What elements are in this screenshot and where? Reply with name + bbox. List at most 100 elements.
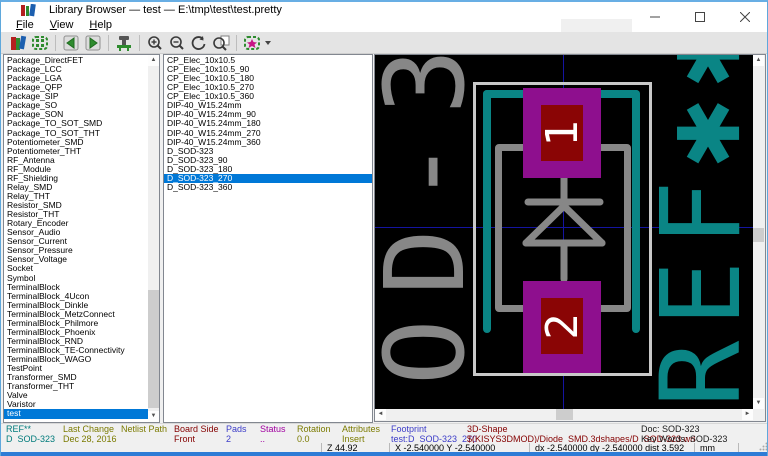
- library-list-item[interactable]: RF_Antenna: [4, 156, 148, 165]
- library-list-item[interactable]: TerminalBlock_4Ucon: [4, 292, 148, 301]
- library-list-item[interactable]: TerminalBlock_RND: [4, 337, 148, 346]
- window-controls: [632, 2, 767, 32]
- library-list-item[interactable]: Package_QFP: [4, 83, 148, 92]
- library-list-item[interactable]: Symbol: [4, 274, 148, 283]
- library-list-item[interactable]: RF_Shielding: [4, 174, 148, 183]
- pad-2-copper: 2: [541, 298, 583, 354]
- footprint-list-item[interactable]: D_SOD-323_270: [164, 174, 372, 183]
- zoom-fit-button[interactable]: [210, 33, 232, 53]
- zoom-in-button[interactable]: [144, 33, 166, 53]
- redraw-view-button[interactable]: [188, 33, 210, 53]
- insert-footprint-into-board-button[interactable]: [113, 33, 135, 53]
- library-list-item[interactable]: Package_TO_SOT_SMD: [4, 119, 148, 128]
- library-list-item[interactable]: Transformer_THT: [4, 382, 148, 391]
- menu-view[interactable]: View: [42, 19, 82, 32]
- library-list-item[interactable]: RF_Module: [4, 165, 148, 174]
- info-field-label: Netlist Path: [121, 425, 167, 435]
- library-list-item[interactable]: TestPoint: [4, 364, 148, 373]
- maximize-button[interactable]: [677, 2, 722, 32]
- footprint-list-item[interactable]: DIP-40_W15.24mm_180: [164, 119, 372, 128]
- library-list-item[interactable]: Relay_SMD: [4, 183, 148, 192]
- select-footprint-button[interactable]: [29, 33, 51, 53]
- library-list-item[interactable]: Valve: [4, 391, 148, 400]
- footprint-list-item[interactable]: D_SOD-323_90: [164, 156, 372, 165]
- pad-2-number: 2: [537, 313, 588, 340]
- footprint-list-item[interactable]: CP_Elec_10x10.5_90: [164, 65, 372, 74]
- library-list-scrollbar[interactable]: ▲ ▼: [148, 55, 159, 422]
- scroll-right-icon[interactable]: ►: [742, 409, 753, 420]
- minimize-button[interactable]: [632, 2, 677, 32]
- library-list-item[interactable]: Package_SON: [4, 110, 148, 119]
- library-list-item[interactable]: Package_SIP: [4, 92, 148, 101]
- library-list-item[interactable]: Package_TO_SOT_THT: [4, 129, 148, 138]
- scroll-up-icon[interactable]: ▲: [753, 55, 764, 66]
- library-list-item[interactable]: Sensor_Audio: [4, 228, 148, 237]
- scrollbar-thumb[interactable]: [148, 290, 159, 408]
- library-list-item[interactable]: Package_LGA: [4, 74, 148, 83]
- toolbar-separator: [55, 35, 56, 51]
- footprint-list-item[interactable]: D_SOD-323_360: [164, 183, 372, 192]
- scrollbar-thumb[interactable]: [556, 409, 573, 420]
- preview-horizontal-scrollbar[interactable]: ◄ ►: [375, 409, 753, 421]
- library-list-item[interactable]: Rotary_Encoder: [4, 219, 148, 228]
- library-list-item[interactable]: Package_LCC: [4, 65, 148, 74]
- footprint-list: CP_Elec_10x10.5CP_Elec_10x10.5_90CP_Elec…: [164, 56, 372, 422]
- library-list-item[interactable]: TerminalBlock_MetzConnect: [4, 310, 148, 319]
- footprint-list-item[interactable]: D_SOD-323_180: [164, 165, 372, 174]
- footprint-list-item[interactable]: CP_Elec_10x10.5: [164, 56, 372, 65]
- library-list-item[interactable]: TerminalBlock_Dinkle: [4, 301, 148, 310]
- window-title: Library Browser — test — E:\tmp\test\tes…: [49, 4, 282, 16]
- scroll-down-icon[interactable]: ▼: [148, 411, 159, 422]
- close-button[interactable]: [722, 2, 767, 32]
- library-list-item[interactable]: Relay_THT: [4, 192, 148, 201]
- library-list-item[interactable]: TerminalBlock_Philmore: [4, 319, 148, 328]
- library-list-item[interactable]: Resistor_SMD: [4, 201, 148, 210]
- library-list-item[interactable]: TerminalBlock_WAGO: [4, 355, 148, 364]
- info-field: Pads2: [226, 425, 247, 444]
- menu-help[interactable]: Help: [81, 19, 120, 32]
- library-list-item[interactable]: TerminalBlock: [4, 283, 148, 292]
- scroll-left-icon[interactable]: ◄: [375, 409, 386, 420]
- library-list-item[interactable]: Package_DirectFET: [4, 56, 148, 65]
- footprint-list-item[interactable]: DIP-40_W15.24mm: [164, 101, 372, 110]
- library-list-item[interactable]: TerminalBlock_Phoenix: [4, 328, 148, 337]
- info-field: Footprinttest:D_SOD-323_270: [391, 425, 477, 444]
- zoom-out-button[interactable]: [166, 33, 188, 53]
- pad-1-copper: 1: [541, 105, 583, 161]
- library-list-item[interactable]: test: [4, 409, 148, 418]
- toolbar-separator: [236, 35, 237, 51]
- footprint-list-item[interactable]: DIP-40_W15.24mm_90: [164, 110, 372, 119]
- library-list-item[interactable]: Package_SO: [4, 101, 148, 110]
- footprint-list-item[interactable]: CP_Elec_10x10.5_180: [164, 74, 372, 83]
- library-list-item[interactable]: Potentiometer_THT: [4, 147, 148, 156]
- preview-vertical-scrollbar[interactable]: ▲ ▼: [753, 55, 764, 409]
- footprint-preview-canvas[interactable]: D_SOD-323 REF✱✱ 1: [375, 55, 753, 409]
- library-list-item[interactable]: Sensor_Pressure: [4, 246, 148, 255]
- footprint-list-pane: CP_Elec_10x10.5CP_Elec_10x10.5_90CP_Elec…: [163, 54, 373, 423]
- footprint-list-item[interactable]: DIP-40_W15.24mm_360: [164, 138, 372, 147]
- library-list-item[interactable]: Resistor_THT: [4, 210, 148, 219]
- menu-file[interactable]: File: [8, 19, 42, 32]
- library-list-item[interactable]: TerminalBlock_TE-Connectivity: [4, 346, 148, 355]
- library-list-item[interactable]: Sensor_Current: [4, 237, 148, 246]
- 3d-viewer-dropdown-caret[interactable]: [265, 41, 271, 45]
- library-list-item[interactable]: Socket: [4, 264, 148, 273]
- library-list-item[interactable]: Potentiometer_SMD: [4, 138, 148, 147]
- select-library-button[interactable]: [7, 33, 29, 53]
- scroll-down-icon[interactable]: ▼: [753, 398, 764, 409]
- scrollbar-corner: [753, 409, 766, 422]
- footprint-list-item[interactable]: D_SOD-323: [164, 147, 372, 156]
- library-list-item[interactable]: Transformer_SMD: [4, 373, 148, 382]
- pad-1-number: 1: [537, 120, 588, 147]
- next-footprint-button[interactable]: [82, 33, 104, 53]
- footprint-list-item[interactable]: DIP-40_W15.24mm_270: [164, 129, 372, 138]
- library-list-item[interactable]: Varistor: [4, 400, 148, 409]
- show-3d-viewer-button[interactable]: [241, 33, 263, 53]
- library-list-item[interactable]: Sensor_Voltage: [4, 255, 148, 264]
- footprint-list-item[interactable]: CP_Elec_10x10.5_360: [164, 92, 372, 101]
- scroll-up-icon[interactable]: ▲: [148, 55, 159, 66]
- previous-footprint-button[interactable]: [60, 33, 82, 53]
- toolbar-separator: [139, 35, 140, 51]
- footprint-list-item[interactable]: CP_Elec_10x10.5_270: [164, 83, 372, 92]
- scrollbar-thumb[interactable]: [753, 228, 764, 242]
